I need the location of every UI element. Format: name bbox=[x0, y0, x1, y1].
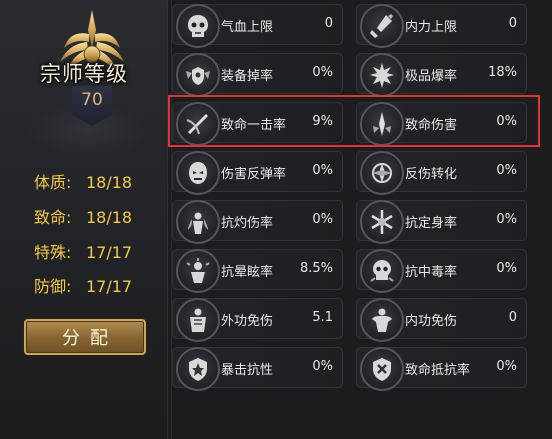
stat-label: 致命一击率 bbox=[221, 118, 287, 133]
stat-label: 伤害反弹率 bbox=[221, 167, 287, 182]
fist-power-icon bbox=[360, 4, 404, 48]
stat-label: 抗灼伤率 bbox=[221, 216, 274, 231]
stat-label: 内功免伤 bbox=[405, 314, 458, 329]
poison-skull-icon bbox=[360, 249, 404, 293]
muscle-body-icon bbox=[360, 298, 404, 342]
stat-label: 外功免伤 bbox=[221, 314, 274, 329]
attribute-value: 17/17 bbox=[86, 243, 133, 262]
burst-explosion-icon bbox=[360, 53, 404, 97]
character-panel: 宗师等级 70 体质: 18/18 致命: 18/18 特殊: 17/17 防御: 17… bbox=[0, 0, 168, 439]
stat-card[interactable]: 抗晕眩率 8.5% bbox=[172, 249, 343, 293]
allocate-button[interactable]: 分配 bbox=[24, 319, 146, 355]
stat-label: 反伤转化 bbox=[405, 167, 458, 182]
stat-label: 内力上限 bbox=[405, 20, 458, 35]
guard-shield-icon bbox=[360, 347, 404, 391]
stat-value: 18% bbox=[488, 65, 517, 80]
demon-mask-icon bbox=[176, 151, 220, 195]
attribute-name: 防御: bbox=[34, 277, 72, 296]
stat-label: 暴击抗性 bbox=[221, 363, 274, 378]
stat-card[interactable]: 伤害反弹率 0% bbox=[172, 151, 343, 195]
attribute-row: 防御: 17/17 bbox=[34, 273, 132, 297]
stat-value: 0% bbox=[312, 163, 333, 178]
attribute-value: 18/18 bbox=[86, 208, 133, 227]
stat-card[interactable]: 装备掉率 0% bbox=[172, 53, 343, 97]
stat-label: 抗晕眩率 bbox=[221, 265, 274, 280]
stat-label: 抗中毒率 bbox=[405, 265, 458, 280]
stat-value: 0% bbox=[496, 359, 517, 374]
stat-value: 0% bbox=[496, 114, 517, 129]
stat-card[interactable]: 反伤转化 0% bbox=[356, 151, 527, 195]
stat-card[interactable]: 暴击抗性 0% bbox=[172, 347, 343, 391]
stat-value: 0 bbox=[508, 310, 517, 325]
stat-label: 气血上限 bbox=[221, 20, 274, 35]
level-value: 70 bbox=[81, 90, 103, 110]
stat-value: 0 bbox=[508, 16, 517, 31]
attribute-name: 体质: bbox=[34, 173, 72, 192]
crest-shield-icon bbox=[176, 347, 220, 391]
stat-label: 抗定身率 bbox=[405, 216, 458, 231]
stat-value: 0 bbox=[324, 16, 333, 31]
blade-impact-icon bbox=[360, 102, 404, 146]
stat-card[interactable]: 抗中毒率 0% bbox=[356, 249, 527, 293]
winged-shield-icon bbox=[176, 53, 220, 97]
stat-card[interactable]: 致命一击率 9% bbox=[172, 102, 343, 146]
stat-card[interactable]: 抗灼伤率 0% bbox=[172, 200, 343, 244]
stat-value: 9% bbox=[312, 114, 333, 129]
stat-card[interactable]: 外功免伤 5.1 bbox=[172, 298, 343, 342]
stat-card[interactable]: 致命伤害 0% bbox=[356, 102, 527, 146]
attribute-row: 致命: 18/18 bbox=[34, 204, 132, 228]
stat-card[interactable]: 内力上限 0 bbox=[356, 4, 527, 48]
attribute-row: 特殊: 17/17 bbox=[34, 239, 132, 263]
stat-label: 致命抵抗率 bbox=[405, 363, 471, 378]
attribute-value: 18/18 bbox=[86, 173, 133, 192]
stat-value: 0% bbox=[312, 359, 333, 374]
stat-value: 0% bbox=[496, 163, 517, 178]
skull-mask-icon bbox=[176, 4, 220, 48]
stat-value: 0% bbox=[496, 212, 517, 227]
attribute-value: 17/17 bbox=[86, 277, 133, 296]
attribute-name: 致命: bbox=[34, 208, 72, 227]
ice-crystal-icon bbox=[360, 200, 404, 244]
stat-value: 0% bbox=[312, 212, 333, 227]
stat-card[interactable]: 抗定身率 0% bbox=[356, 200, 527, 244]
stat-card[interactable]: 致命抵抗率 0% bbox=[356, 347, 527, 391]
rank-title: 宗师等级 bbox=[40, 62, 128, 86]
stat-card[interactable]: 极品爆率 18% bbox=[356, 53, 527, 97]
attribute-name: 特殊: bbox=[34, 243, 72, 262]
stat-label: 装备掉率 bbox=[221, 69, 274, 84]
stat-value: 8.5% bbox=[299, 261, 333, 276]
stat-card[interactable]: 内功免伤 0 bbox=[356, 298, 527, 342]
stat-label: 致命伤害 bbox=[405, 118, 458, 133]
stat-value: 0% bbox=[312, 65, 333, 80]
burning-figure-icon bbox=[176, 200, 220, 244]
rune-orb-icon bbox=[360, 151, 404, 195]
stat-value: 0% bbox=[496, 261, 517, 276]
slash-strike-icon bbox=[176, 102, 220, 146]
stat-value: 5.1 bbox=[312, 310, 333, 325]
stat-card[interactable]: 气血上限 0 bbox=[172, 4, 343, 48]
stunned-figure-icon bbox=[176, 249, 220, 293]
stat-label: 极品爆率 bbox=[405, 69, 458, 84]
armored-body-icon bbox=[176, 298, 220, 342]
attribute-row: 体质: 18/18 bbox=[34, 169, 132, 193]
